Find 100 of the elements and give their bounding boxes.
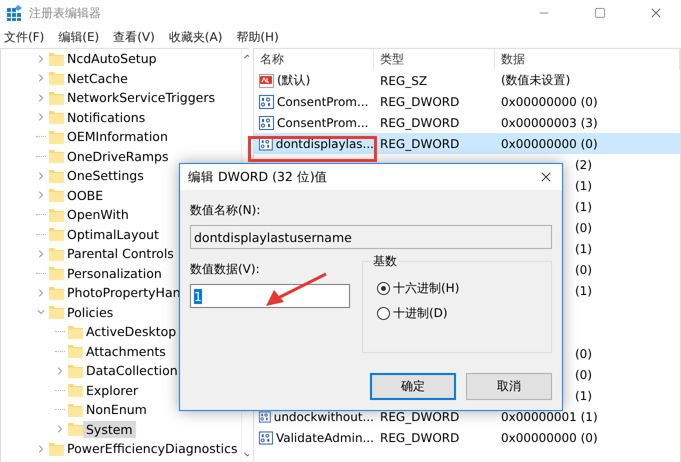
maximize-icon[interactable] <box>594 7 606 19</box>
folder-icon <box>49 130 64 144</box>
value-data: (0) <box>575 262 592 276</box>
registry-app-icon <box>7 5 23 21</box>
value-data: (2) <box>575 158 592 172</box>
value-data: (1) <box>575 284 592 298</box>
tree-item[interactable]: OpenWith <box>64 206 132 224</box>
value-data-field[interactable]: 1 <box>190 284 350 308</box>
value-type: REG_DWORD <box>380 410 460 424</box>
value-name: ValidateAdmin... <box>276 430 374 444</box>
dialog-button[interactable]: 确定 <box>370 373 456 400</box>
value-name: ConsentProm... <box>277 116 368 130</box>
value-data: (0) <box>575 220 592 234</box>
folder-icon <box>68 383 83 398</box>
value-data: (1) <box>575 388 592 402</box>
value-row[interactable]: ValidateAdmin... REG_DWORD 0x00000000 (0) <box>254 427 680 448</box>
tree-item[interactable]: Personalization <box>64 264 165 282</box>
radio-button[interactable] <box>377 282 390 295</box>
folder-icon <box>49 227 64 242</box>
folder-icon <box>49 208 64 222</box>
tree-item[interactable]: Notifications <box>64 108 148 126</box>
value-data: 0x00000000 (0) <box>501 94 598 108</box>
value-row[interactable]: ConsentProm... REG_DWORD 0x00000003 (3) <box>254 112 680 133</box>
value-name-field[interactable]: dontdisplaylastusername <box>190 225 552 249</box>
tree-item[interactable]: Attachments <box>83 342 169 360</box>
folder-icon <box>49 110 64 124</box>
column-header[interactable]: 数据 <box>495 49 680 70</box>
tree-item[interactable]: Parental Controls <box>64 245 177 262</box>
tree-item[interactable]: OEMInformation <box>64 128 171 146</box>
value-data: (数值未设置) <box>501 72 570 89</box>
value-type: REG_SZ <box>380 74 428 88</box>
value-name: dontdisplaylas... <box>276 136 374 150</box>
tree-item[interactable]: OptimalLayout <box>64 226 162 243</box>
menu-item[interactable]: 查看(V) <box>113 28 155 46</box>
folder-icon <box>49 286 64 300</box>
binary-value-icon <box>259 410 271 424</box>
folder-icon <box>49 52 64 66</box>
radio-option[interactable]: 十进制(D) <box>377 305 537 322</box>
radio-option[interactable]: 十六进制(H) <box>377 280 537 297</box>
folder-icon <box>49 246 64 261</box>
tree-item[interactable]: System <box>83 420 136 438</box>
value-name: ConsentProm... <box>277 94 368 108</box>
folder-icon <box>68 324 83 339</box>
tree-item[interactable]: OneSettings <box>64 167 147 184</box>
tree-item[interactable]: NcdAutoSetup <box>64 50 160 68</box>
tree-item[interactable]: OneDriveRamps <box>64 148 172 165</box>
tree-item[interactable]: Policies <box>64 304 116 321</box>
window-title: 注册表编辑器 <box>29 4 102 22</box>
menu-item[interactable]: 编辑(E) <box>58 28 100 46</box>
folder-icon <box>49 71 64 86</box>
radio-button[interactable] <box>377 307 390 320</box>
folder-icon <box>49 149 64 164</box>
value-name: (默认) <box>277 72 310 89</box>
tree-item[interactable]: ActiveDesktop <box>83 323 180 340</box>
value-data: (0) <box>575 346 592 360</box>
dialog-button[interactable]: 取消 <box>466 373 552 400</box>
tree-item[interactable]: DataCollection <box>83 362 181 380</box>
value-data: (1) <box>575 242 592 256</box>
menu-item[interactable]: 文件(F) <box>4 28 44 46</box>
folder-icon <box>68 402 83 417</box>
folder-icon <box>49 266 64 280</box>
column-header[interactable]: 类型 <box>374 49 495 70</box>
tree-item[interactable]: OOBE <box>64 186 106 204</box>
folder-icon <box>49 90 64 105</box>
value-data: 0x00000003 (3) <box>501 116 598 130</box>
value-data: (0) <box>575 368 592 382</box>
tree-item[interactable]: NetworkServiceTriggers <box>64 89 218 106</box>
folder-icon <box>68 422 83 436</box>
field-label: 数值名称(N): <box>190 202 262 219</box>
value-data: (1) <box>575 178 592 192</box>
binary-value-icon <box>259 116 274 130</box>
tree-item[interactable]: NonEnum <box>83 401 150 418</box>
string-value-icon <box>259 74 274 88</box>
binary-value-icon <box>259 94 274 108</box>
value-type: REG_DWORD <box>380 116 460 130</box>
folder-icon <box>49 168 64 183</box>
value-row[interactable]: (默认) REG_SZ (数值未设置) <box>254 70 680 91</box>
folder-icon <box>49 188 64 202</box>
tree-item[interactable]: NetCache <box>64 70 131 87</box>
value-type: REG_DWORD <box>380 430 460 444</box>
value-data: 0x00000000 (0) <box>501 430 598 444</box>
value-data: (1) <box>575 200 592 214</box>
binary-value-icon <box>259 430 273 444</box>
column-header[interactable]: 名称 <box>254 49 374 70</box>
folder-icon <box>49 442 64 456</box>
tree-item[interactable]: Explorer <box>83 382 142 399</box>
menu-item[interactable]: 收藏夹(A) <box>168 28 222 46</box>
folder-icon <box>68 364 83 378</box>
value-type: REG_DWORD <box>380 136 460 150</box>
value-row[interactable]: ConsentProm... REG_DWORD 0x00000000 (0) <box>254 91 680 112</box>
value-row[interactable]: undockwithout... REG_DWORD 0x00000001 (1) <box>254 406 680 427</box>
value-data: 0x00000000 (0) <box>501 136 598 150</box>
menu-item[interactable]: 帮助(H) <box>236 28 279 46</box>
folder-icon <box>49 305 64 320</box>
group-label: 基数 <box>371 253 399 270</box>
tree-item[interactable]: PowerEfficiencyDiagnostics <box>64 440 241 458</box>
folder-icon <box>68 344 83 358</box>
value-row[interactable]: dontdisplaylas... REG_DWORD 0x00000000 (0) <box>254 133 680 154</box>
dialog-title: 编辑 DWORD (32 位)值 <box>188 168 328 186</box>
value-name: undockwithout... <box>274 410 374 424</box>
